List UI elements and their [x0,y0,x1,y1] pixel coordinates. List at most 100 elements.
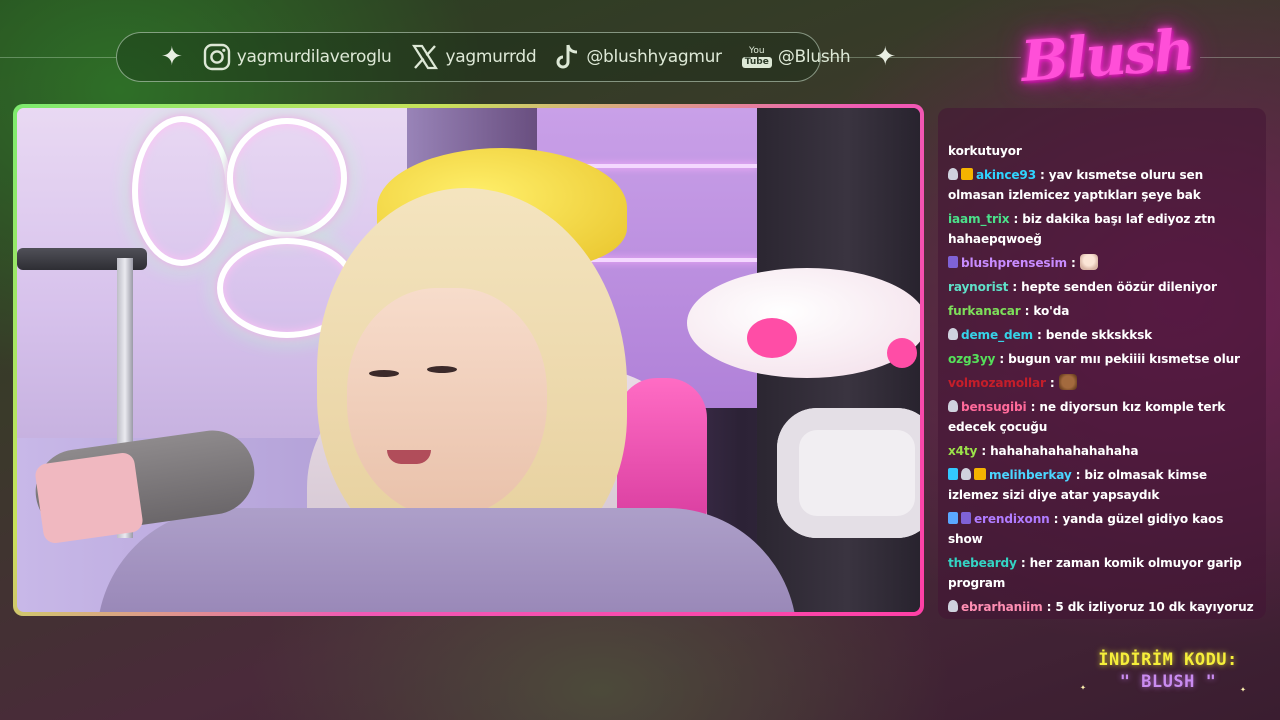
chat-message: furkanacar : ko'da [948,301,1254,321]
social-link-x[interactable]: yagmurrdd [411,43,537,71]
unicorn-plush [687,268,920,378]
chat-username[interactable]: raynorist [948,280,1008,294]
streamer-face [347,288,547,518]
social-link-tiktok[interactable]: @blushhyagmur [556,43,722,71]
decor-line-far-right [1200,57,1280,58]
webcam-frame [13,104,924,616]
chat-separator: : [1066,256,1080,270]
neon-smiley-sign [227,118,347,238]
chat-message: volmozamollar : [948,373,1254,393]
sub-badge-icon [961,468,971,480]
bear-emote-icon [1058,374,1077,390]
sub-badge-icon [948,400,958,412]
chat-username[interactable]: melihberkay [989,468,1072,482]
chat-username[interactable]: furkanacar [948,304,1021,318]
chat-separator: : [995,352,1009,366]
chat-username[interactable]: ozg3yy [948,352,995,366]
streamer-eye [427,366,457,373]
social-links-bar: ✦ yagmurdilaveroglu yagmurrdd @blushhyag… [116,32,896,82]
decor-line-left [0,57,116,58]
x-icon [411,43,439,71]
chat-username[interactable]: blushprensesim [961,256,1067,270]
chat-message: raynorist : hepte senden öözür dileniyor [948,277,1254,297]
streamer-eye [369,370,399,377]
sub-badge-icon [948,328,958,340]
chat-message: deme_dem : bende skkskksk [948,325,1254,345]
chat-message-list: korkutuyor akince93 : yav kısmetse oluru … [948,141,1254,619]
chat-text: hepte senden öözür dileniyor [1021,280,1217,294]
chat-separator: : [1009,212,1023,226]
cat-bed [777,408,920,538]
chat-username[interactable]: x4ty [948,444,977,458]
webcam-feed [17,108,920,612]
chat-text: bende skkskksk [1045,328,1153,342]
instagram-icon [203,43,231,71]
chat-message: ozg3yy : bugun var mıı pekiiii kısmetse … [948,349,1254,369]
chat-panel: korkutuyor akince93 : yav kısmetse oluru … [938,108,1266,619]
chat-message: x4ty : hahahahahahahahaha [948,441,1254,461]
discount-code-box: İNDİRİM KODU: " BLUSH " ✦ ✦ [1080,650,1248,695]
chat-message: bensugibi : ne diyorsun kız komple terk … [948,397,1254,437]
sub-badge-icon [948,168,958,180]
blush-logo: Blush [1019,14,1195,98]
chat-username[interactable]: ebrarhaniim [961,600,1043,614]
chat-text: ko'da [1033,304,1070,318]
chat-message: korkutuyor [948,141,1254,161]
chat-separator: : [1035,168,1049,182]
decor-line-right [821,57,1021,58]
chat-separator: : [1032,328,1046,342]
mod-badge-icon [961,512,971,524]
chat-username[interactable]: thebeardy [948,556,1017,570]
streamer-hoodie [97,508,797,612]
crown-badge-icon [961,168,973,180]
chat-username[interactable]: deme_dem [961,328,1033,342]
sparkle-icon: ✦ [874,42,897,72]
tiktok-icon [556,43,580,71]
chat-text: korkutuyor [948,144,1022,158]
chat-text: bugun var mıı pekiiii kısmetse olur [1008,352,1240,366]
sparkle-icon: ✦ [1240,684,1247,695]
chat-separator: : [1016,556,1030,570]
chat-message: erendixonn : yanda güzel gidiyo kaos sho… [948,509,1254,549]
gem-badge-icon [948,468,958,480]
mic-sticker [33,451,145,545]
chat-username[interactable]: volmozamollar [948,376,1046,390]
baby-emote-icon [1079,254,1098,270]
chat-separator: : [1020,304,1034,318]
instagram-handle: yagmurdilaveroglu [236,47,392,67]
discount-title: İNDİRİM KODU: [1098,650,1238,670]
chat-username[interactable]: iaam_trix [948,212,1010,226]
youtube-icon: You Tube [741,45,772,68]
chat-message: ebrarhaniim : 5 dk izliyoruz 10 dk kayıy… [948,597,1254,619]
prime-badge-icon [948,512,958,524]
chat-separator: : [1049,512,1063,526]
chat-separator: : [1045,376,1059,390]
chat-separator: : [1042,600,1056,614]
chat-username[interactable]: erendixonn [974,512,1050,526]
youtube-badge-top: You [749,45,765,56]
tiktok-handle: @blushhyagmur [586,47,722,67]
chat-message: iaam_trix : biz dakika başı laf ediyoz z… [948,209,1254,249]
chat-separator: : [1008,280,1022,294]
x-handle: yagmurrdd [445,47,537,67]
chat-message: akince93 : yav kısmetse oluru sen olmasa… [948,165,1254,205]
sparkle-icon: ✦ [161,42,183,72]
blush-logo-text: Blush [1019,17,1195,95]
chat-message: blushprensesim : [948,253,1254,273]
sub-badge-icon [948,600,958,612]
chat-separator: : [1026,400,1040,414]
chat-text: hahahahahahahahaha [990,444,1139,458]
mod-badge-icon [948,256,958,268]
youtube-badge-bottom: Tube [741,56,772,68]
chat-username[interactable]: bensugibi [961,400,1027,414]
chat-message: melihberkay : biz olmasak kimse izlemez … [948,465,1254,505]
sparkle-icon: ✦ [1080,682,1087,693]
neon-smiley-sign [132,116,232,266]
chat-separator: : [1071,468,1085,482]
chat-message: thebeardy : her zaman komik olmuyor gari… [948,553,1254,593]
discount-code: " BLUSH " [1119,672,1217,692]
chat-separator: : [977,444,991,458]
chat-username[interactable]: akince93 [976,168,1036,182]
social-link-youtube[interactable]: You Tube @Blushh [741,45,851,68]
social-link-instagram[interactable]: yagmurdilaveroglu [203,43,392,71]
